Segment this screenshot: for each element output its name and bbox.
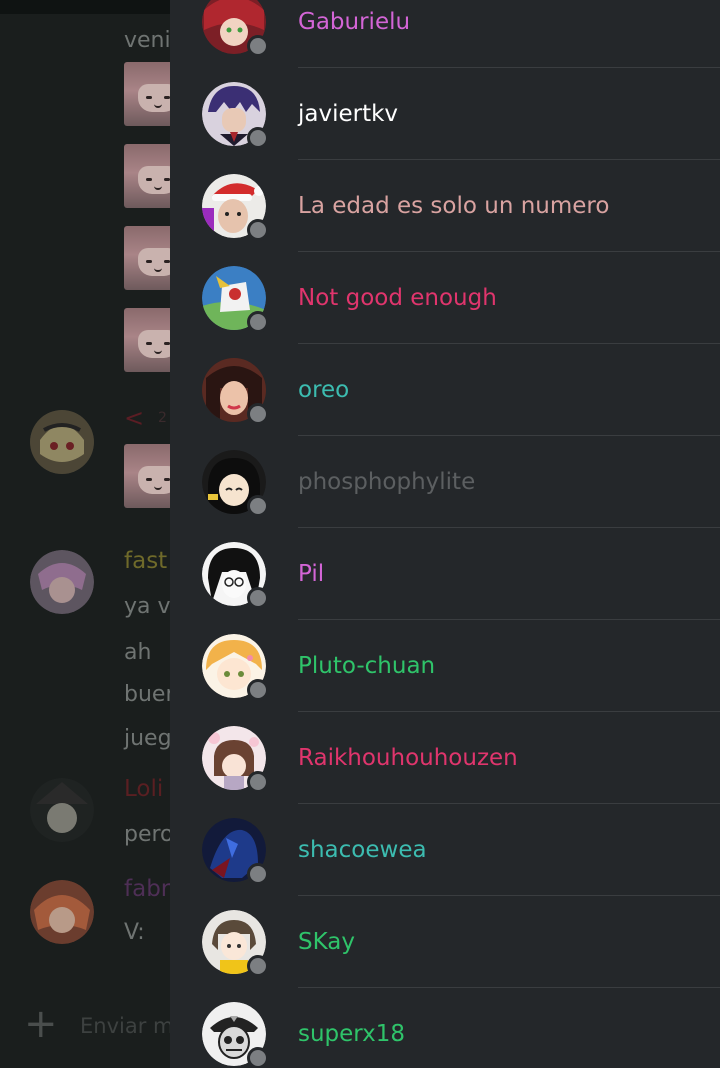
chat-message: ah [124,640,152,665]
offline-status-dot-icon [247,587,269,609]
chat-message: ya v [124,594,171,619]
member-row[interactable]: Pil [170,528,720,620]
member-row[interactable]: javiertkv [170,68,720,160]
reply-meta: 2 [158,410,167,426]
username[interactable]: fabr [124,876,170,902]
offline-status-dot-icon [247,771,269,793]
member-list-drawer: Gaburielu javiertkv La edad es solo un n… [170,0,720,1068]
member-name: phosphophylite [298,469,476,495]
member-name: javiertkv [298,101,399,127]
member-name: La edad es solo un numero [298,193,610,219]
member-row[interactable]: superx18 [170,988,720,1068]
member-name: Raikhouhouhouzen [298,745,518,771]
chat-message: jueg [124,726,172,751]
member-row[interactable]: Pluto-chuan [170,620,720,712]
offline-status-dot-icon [247,679,269,701]
reply-arrow-icon[interactable]: < [124,404,144,432]
member-row[interactable]: La edad es solo un numero [170,160,720,252]
offline-status-dot-icon [247,955,269,977]
chat-message: V: [124,920,145,945]
member-row[interactable]: shacoewea [170,804,720,896]
username[interactable]: Loli [124,776,163,802]
offline-status-dot-icon [247,219,269,241]
member-name: SKay [298,929,355,955]
member-row[interactable]: Gaburielu [170,0,720,68]
member-row[interactable]: SKay [170,896,720,988]
offline-status-dot-icon [247,127,269,149]
member-row[interactable]: Not good enough [170,252,720,344]
member-row[interactable]: oreo [170,344,720,436]
offline-status-dot-icon [247,495,269,517]
avatar[interactable] [30,778,94,842]
username[interactable]: fast [124,548,167,574]
offline-status-dot-icon [247,35,269,57]
member-name: Gaburielu [298,9,411,35]
offline-status-dot-icon [247,311,269,333]
avatar[interactable] [30,880,94,944]
avatar[interactable] [30,410,94,474]
chat-message: pero [124,822,174,847]
chat-message: veni [124,28,171,53]
offline-status-dot-icon [247,1047,269,1068]
member-name: superx18 [298,1021,406,1047]
member-name: shacoewea [298,837,427,863]
member-name: Pil [298,561,325,587]
member-name: Not good enough [298,285,497,311]
member-name: Pluto-chuan [298,653,436,679]
member-name: oreo [298,377,350,403]
offline-status-dot-icon [247,863,269,885]
member-row[interactable]: phosphophylite [170,436,720,528]
avatar[interactable] [30,550,94,614]
plus-icon[interactable]: + [24,1004,58,1044]
chat-message: buer [124,682,175,707]
member-row[interactable]: Raikhouhouhouzen [170,712,720,804]
message-input[interactable]: Enviar m [80,1014,173,1038]
offline-status-dot-icon [247,403,269,425]
